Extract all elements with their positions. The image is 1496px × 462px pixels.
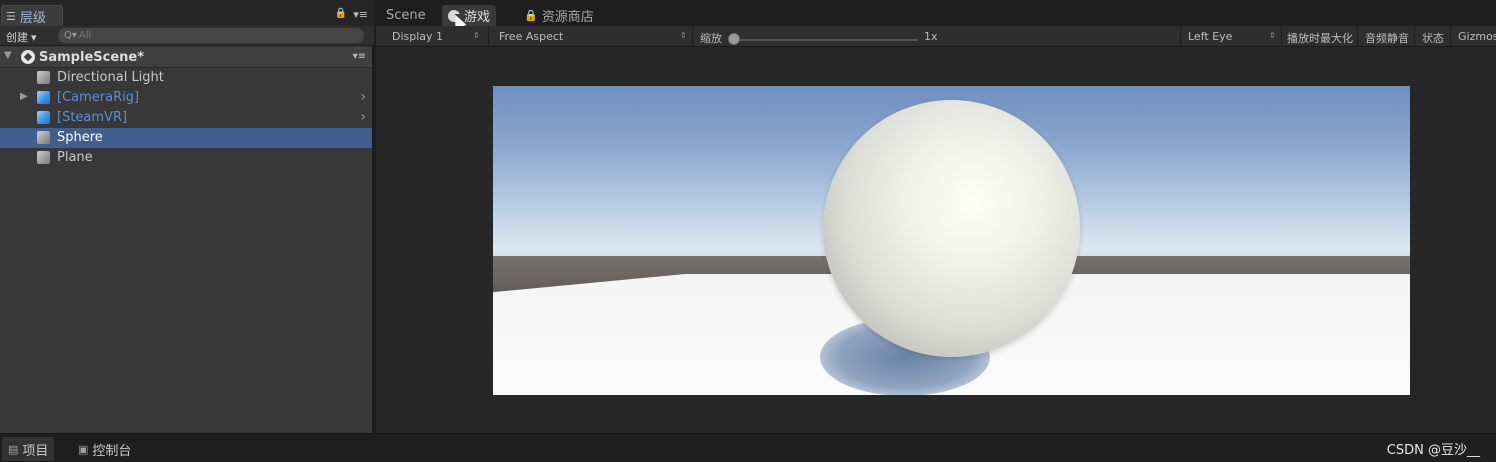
create-button-label: 创建 — [6, 31, 28, 44]
lock-icon[interactable]: 🔒 — [335, 8, 347, 21]
hierarchy-item-steamvr[interactable]: [SteamVR] › — [0, 108, 372, 128]
maximize-on-play-toggle[interactable]: 播放时最大化 — [1287, 30, 1353, 46]
scene-menu-icon[interactable]: ▾≡ — [353, 51, 366, 62]
create-button[interactable]: 创建 ▾ — [6, 29, 37, 45]
gameobject-cube-icon — [37, 151, 50, 164]
panel-menu-icon[interactable]: ▾≡ — [353, 8, 368, 21]
scale-label: 缩放 — [700, 30, 722, 46]
stats-toggle[interactable]: 状态 — [1422, 30, 1444, 46]
game-toolbar: Display 1 ⇕ Free Aspect ⇕ 缩放 1x Left Eye… — [376, 26, 1496, 47]
unity-scene-icon — [21, 50, 35, 64]
collapse-arrow-icon[interactable]: ▼ — [4, 50, 12, 61]
hierarchy-item-label: Sphere — [57, 130, 103, 145]
prefab-cube-icon — [37, 111, 50, 124]
display-dropdown-label: Display 1 — [392, 30, 444, 43]
hierarchy-item-label: Directional Light — [57, 70, 164, 85]
hierarchy-item-label: [SteamVR] — [57, 110, 128, 125]
scene-name: SampleScene* — [39, 50, 145, 65]
toolbar-divider — [1357, 26, 1358, 47]
scale-label-text: 缩放 — [700, 32, 722, 45]
search-input[interactable] — [78, 30, 339, 41]
updown-arrows-icon: ⇕ — [680, 31, 687, 40]
scale-slider-thumb[interactable] — [728, 33, 740, 45]
mute-audio-label: 音频静音 — [1365, 32, 1409, 45]
hierarchy-search[interactable]: Q▾ — [58, 28, 364, 43]
hierarchy-item-camerarig[interactable]: ▶ [CameraRig] › — [0, 88, 372, 108]
toolbar-divider — [1281, 26, 1282, 47]
tab-console[interactable]: ▣ 控制台 — [78, 437, 131, 461]
hierarchy-toolbar: 创建 ▾ Q▾ — [0, 26, 374, 46]
stats-label: 状态 — [1422, 32, 1444, 45]
search-icon: Q▾ — [64, 30, 77, 41]
scale-value: 1x — [924, 30, 938, 43]
tab-project[interactable]: ▤ 项目 — [2, 437, 55, 461]
console-icon: ▣ — [78, 442, 89, 456]
display-dropdown[interactable]: Display 1 — [392, 30, 443, 43]
game-panel: Scene 游戏 🔒 资源商店 Display 1 ⇕ Free Aspect … — [376, 0, 1496, 433]
tab-asset-store-label: 资源商店 — [541, 10, 594, 25]
tab-console-label: 控制台 — [92, 443, 132, 459]
eye-dropdown[interactable]: Left Eye — [1188, 30, 1232, 43]
hierarchy-item-directional-light[interactable]: Directional Light — [0, 68, 372, 88]
bottom-tabbar: ▤ 项目 ▣ 控制台 CSDN @豆沙__ — [0, 433, 1496, 462]
scene-root-row[interactable]: ▼ SampleScene* ▾≡ — [0, 47, 372, 68]
sphere-object — [823, 100, 1080, 357]
watermark: CSDN @豆沙__ — [1386, 443, 1480, 458]
toolbar-divider — [1180, 26, 1181, 47]
gizmos-label: Gizmos — [1458, 30, 1496, 43]
prefab-cube-icon — [37, 91, 50, 104]
tab-scene-label: Scene — [386, 8, 426, 23]
folder-icon: ▤ — [8, 442, 19, 456]
aspect-dropdown[interactable]: Free Aspect — [499, 30, 563, 43]
hierarchy-panel: ☰ 层级 🔒 ▾≡ 创建 ▾ Q▾ ▼ SampleScene* ▾≡ Dire… — [0, 0, 374, 433]
eye-dropdown-label: Left Eye — [1188, 30, 1233, 43]
asset-store-icon: 🔒 — [524, 9, 538, 22]
toolbar-divider — [1414, 26, 1415, 47]
hierarchy-tab-tools: 🔒 ▾≡ — [335, 8, 368, 21]
gameobject-cube-icon — [37, 71, 50, 84]
mute-audio-toggle[interactable]: 音频静音 — [1365, 30, 1409, 46]
toolbar-divider — [692, 26, 693, 47]
tab-asset-store[interactable]: 🔒 资源商店 — [524, 5, 594, 26]
toolbar-divider — [488, 26, 489, 47]
gameobject-cube-icon — [37, 131, 50, 144]
chevron-down-icon: ▾ — [31, 30, 37, 44]
hierarchy-tabbar: ☰ 层级 🔒 ▾≡ — [0, 0, 374, 26]
updown-arrows-icon: ⇕ — [473, 31, 480, 40]
tab-hierarchy-label: 层级 — [19, 10, 46, 26]
gizmos-toggle[interactable]: Gizmos — [1458, 30, 1496, 43]
hierarchy-item-label: Plane — [57, 150, 93, 165]
game-tabbar: Scene 游戏 🔒 资源商店 — [376, 0, 1496, 30]
hierarchy-item-plane[interactable]: Plane — [0, 148, 372, 168]
chevron-right-icon[interactable]: › — [360, 89, 366, 105]
tab-project-label: 项目 — [22, 443, 49, 459]
tab-scene[interactable]: Scene — [386, 5, 426, 26]
toolbar-divider — [1450, 26, 1451, 47]
updown-arrows-icon: ⇕ — [1269, 31, 1276, 40]
scale-slider-track[interactable] — [734, 39, 918, 41]
game-viewport[interactable] — [493, 86, 1410, 395]
aspect-dropdown-label: Free Aspect — [499, 30, 564, 43]
tab-hierarchy[interactable]: ☰ 层级 — [1, 5, 63, 26]
chevron-right-icon[interactable]: › — [360, 109, 366, 125]
hierarchy-item-label: [CameraRig] — [57, 90, 140, 105]
maximize-on-play-label: 播放时最大化 — [1287, 32, 1353, 45]
tab-game-label: 游戏 — [464, 10, 491, 25]
scale-value-text: 1x — [924, 30, 938, 43]
expand-arrow-icon[interactable]: ▶ — [20, 91, 28, 102]
hierarchy-item-sphere[interactable]: Sphere — [0, 128, 372, 148]
hierarchy-list-icon: ☰ — [6, 9, 16, 23]
